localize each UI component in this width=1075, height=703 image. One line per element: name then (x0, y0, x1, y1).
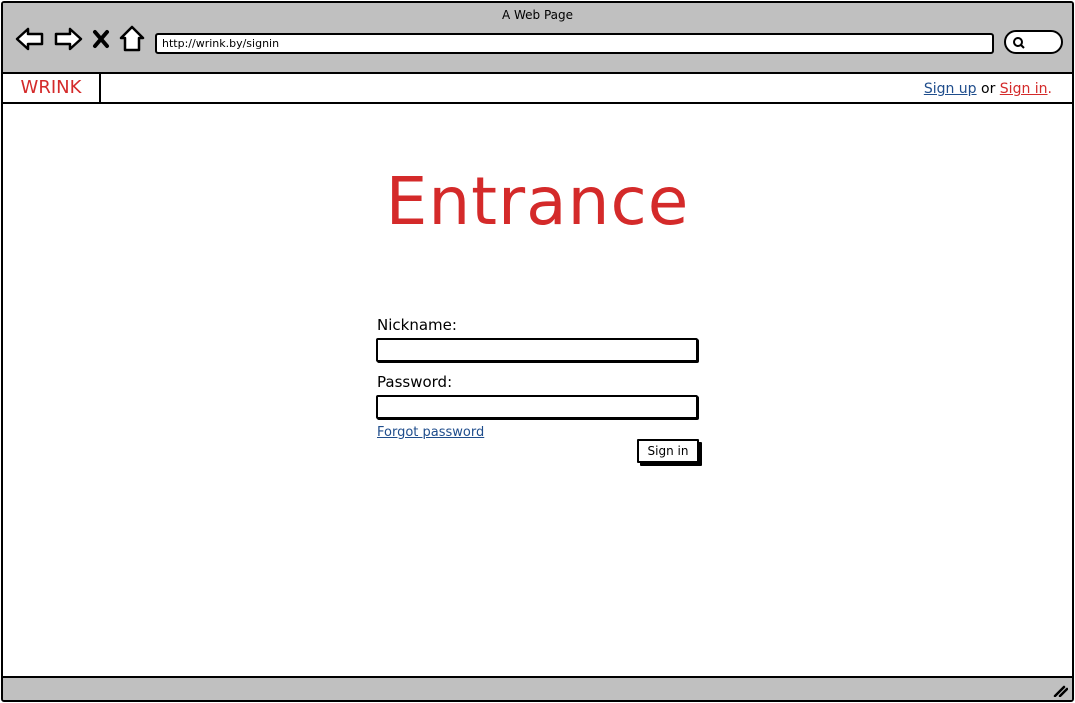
sign-in-button[interactable]: Sign in (637, 439, 699, 463)
sign-up-link[interactable]: Sign up (924, 81, 977, 97)
period-text: . (1047, 81, 1052, 97)
browser-search-box[interactable] (1004, 30, 1063, 54)
brand-logo[interactable]: WRINK (3, 74, 101, 102)
browser-chrome: A Web Page http://wrink.by/signin (3, 3, 1072, 74)
nickname-label: Nickname: (377, 316, 457, 334)
auth-links: Sign up or Sign in. (924, 74, 1052, 102)
resize-grip-icon[interactable] (1052, 683, 1068, 697)
window-title: A Web Page (501, 8, 574, 22)
browser-window: A Web Page http://wrink.by/signin WRINK … (1, 1, 1074, 702)
close-x-icon[interactable] (89, 23, 113, 55)
forward-arrow-icon[interactable] (53, 23, 83, 55)
site-header: WRINK Sign up or Sign in. (3, 74, 1072, 104)
password-input[interactable] (376, 395, 698, 419)
forgot-password-link[interactable]: Forgot password (377, 425, 484, 440)
search-icon (1013, 37, 1025, 49)
home-icon[interactable] (117, 23, 147, 55)
sign-in-link[interactable]: Sign in (1000, 81, 1048, 97)
back-arrow-icon[interactable] (15, 23, 45, 55)
page-title: Entrance (385, 163, 690, 240)
nickname-input[interactable] (376, 338, 698, 362)
address-bar[interactable]: http://wrink.by/signin (155, 33, 994, 54)
password-label: Password: (377, 373, 453, 391)
or-text: or (981, 81, 996, 97)
status-bar (3, 676, 1072, 700)
